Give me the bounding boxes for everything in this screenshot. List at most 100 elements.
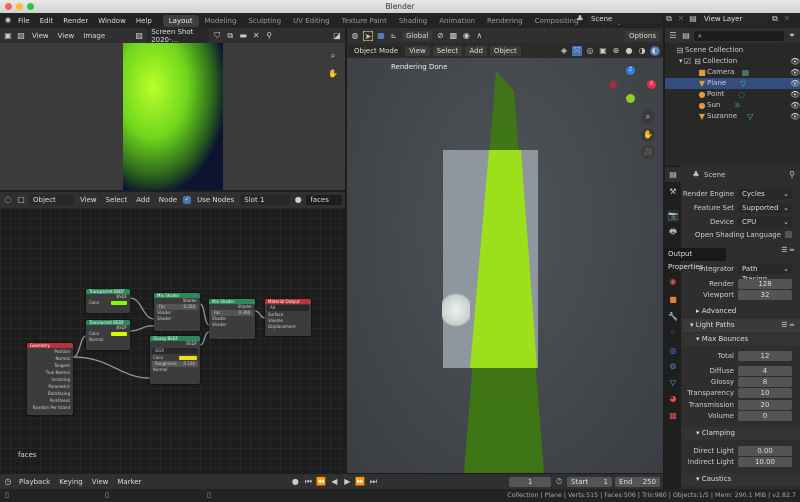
menu-image[interactable]: Image [80,31,108,41]
physics-tab-icon[interactable]: ◎ [667,345,679,357]
object-mode-dropdown[interactable]: Object Mode [350,45,403,56]
tab-animation[interactable]: Animation [433,15,481,27]
close-window-button[interactable] [5,3,12,10]
editor-type-icon[interactable]: ▣ [3,31,13,41]
node-translucent-bsdf[interactable]: Translucent BSDF BSDF Color Normal [86,320,130,350]
selection-mode-icons[interactable]: ▦ [376,31,386,41]
glossy-bounces-field[interactable]: 8 [738,376,792,387]
filter-icon[interactable]: ⏷ [787,31,797,41]
diffuse-bounces-field[interactable]: 4 [738,365,792,376]
tab-shading[interactable]: Shading [393,15,433,27]
open-image-icon[interactable]: ▬ [238,31,248,41]
shader-type-dropdown[interactable]: Object [29,195,74,205]
view-layer-icon[interactable]: ▤ [688,14,698,24]
outliner-item-point[interactable]: ● Point ◌ 👁 [665,89,800,100]
display-channels-icon[interactable]: ◪ [332,31,342,41]
pin-icon[interactable]: ⚲ [264,31,274,41]
unlink-image-icon[interactable]: ✕ [251,31,261,41]
osl-checkbox[interactable] [785,231,792,238]
particles-tab-icon[interactable]: ⁘ [667,327,679,339]
feature-set-dropdown[interactable]: Supported ⌄ [738,202,792,213]
menu-playback[interactable]: Playback [16,477,53,487]
solid-shading-icon[interactable]: ● [624,46,634,56]
overlays-icon[interactable]: ◎ [585,46,595,56]
node-glossy-bsdf[interactable]: Glossy BSDF BSDF GGX Color Roughness 0.10… [150,336,200,384]
zoom-icon[interactable]: ⌕ [326,49,340,63]
slot-dropdown[interactable]: Slot 1 [240,195,291,205]
play-icon[interactable]: ▶ [342,477,352,487]
end-frame-field[interactable]: End 250 [615,476,660,487]
new-scene-icon[interactable]: ⧉ [664,14,674,24]
menu-add[interactable]: Add [133,195,153,205]
tab-texture-paint[interactable]: Texture Paint [336,15,393,27]
material-tab-icon[interactable]: ◕ [667,393,679,405]
new-view-layer-icon[interactable]: ⧉ [770,14,780,24]
outliner-search-input[interactable]: ⌕ [694,30,784,41]
tab-layout[interactable]: Layout [162,14,199,27]
record-icon[interactable]: ● [290,477,300,487]
tool-tab-icon[interactable]: ⚒ [667,186,679,198]
clamping-subpanel[interactable]: ▾ Clamping [682,427,800,440]
scene-field[interactable]: Scene [587,14,662,24]
menu-node[interactable]: Node [156,195,180,205]
output-tab-icon[interactable]: 🖶 [667,226,679,238]
xray-icon[interactable]: ▣ [598,46,608,56]
axis-z-icon[interactable]: Z [626,66,635,75]
snap-icon[interactable]: ⊘ [435,31,445,41]
device-dropdown[interactable]: CPU ⌄ [738,216,792,227]
eye-icon[interactable]: 👁 [790,112,800,122]
menu-marker[interactable]: Marker [114,477,144,487]
pin-icon[interactable]: ⚲ [787,170,797,180]
fake-user-icon[interactable]: ⛉ [212,31,222,41]
axis-x-icon[interactable]: X [647,80,656,89]
delete-scene-icon[interactable]: ✕ [676,14,686,24]
start-frame-field[interactable]: Start 1 [567,476,613,487]
data-tab-icon[interactable]: ▽ [667,377,679,389]
tab-rendering[interactable]: Rendering [481,15,529,27]
tab-sculpting[interactable]: Sculpting [242,15,287,27]
outliner-item-plane[interactable]: ▼ Plane ▽ 👁 [665,78,800,89]
volume-bounces-field[interactable]: 0 [738,410,792,421]
object-tab-icon[interactable]: ■ [667,294,679,306]
pan-hand-icon[interactable]: ✋ [641,128,655,142]
material-shading-icon[interactable]: ◑ [637,46,647,56]
transmission-bounces-field[interactable]: 20 [738,399,792,410]
use-nodes-checkbox[interactable]: ✓ [183,196,192,204]
target-dropdown[interactable]: All [270,305,275,311]
menu-view[interactable]: View [55,31,78,41]
color-swatch[interactable] [179,356,197,360]
advanced-subpanel[interactable]: ▸ Advanced [682,305,800,318]
checkbox-icon[interactable]: ☑ [683,57,693,67]
color-swatch[interactable] [111,301,127,305]
menu-view[interactable]: View [77,195,100,205]
zoom-icon[interactable]: ⌕ [641,110,655,124]
eye-icon[interactable]: 👁 [790,90,800,100]
node-transparent-bsdf[interactable]: Transparent BSDF BSDF Color [86,289,130,313]
image-browse-icon[interactable]: ▨ [134,31,144,41]
node-geometry[interactable]: Geometry Position Normal Tangent True No… [27,343,73,415]
eye-icon[interactable]: 👁 [790,79,800,89]
tab-uv-editing[interactable]: UV Editing [287,15,336,27]
render-tab-icon[interactable]: 📷 [667,210,679,222]
menu-file[interactable]: File [13,17,35,25]
viewport-3d[interactable]: Rendering Done ⬚ ⊙ ✥ ↻ ◳ ▣ ✎ 📐 Z X Y ⌕ ✋… [347,58,721,473]
outliner-type-icon[interactable]: ☰ [668,31,678,41]
node-material-output[interactable]: Material Output All Surface Volume Displ… [265,299,311,336]
integrator-dropdown[interactable]: Path Tracing⌄ [738,263,792,283]
tab-modeling[interactable]: Modeling [199,15,243,27]
menu-keying[interactable]: Keying [56,477,86,487]
viewport-samples-field[interactable]: 32 [738,289,792,300]
image-name-field[interactable]: Screen Shot 2020-... [147,26,210,45]
total-bounces-field[interactable]: 12 [738,350,792,361]
texture-tab-icon[interactable]: ▩ [667,410,679,422]
view-mode-dropdown[interactable]: View [29,31,52,41]
render-engine-dropdown[interactable]: Cycles ⌄ [738,188,792,199]
constraints-tab-icon[interactable]: ⚙ [667,361,679,373]
display-mode-icon[interactable]: ▤ [681,31,691,41]
menu-view[interactable]: View [89,477,112,487]
menu-edit[interactable]: Edit [35,17,59,25]
camera-view-icon[interactable]: 🎥 [641,145,655,159]
list-icon[interactable]: ☰ ═ [781,319,794,332]
image-mode-icon[interactable]: ▧ [16,31,26,41]
options-dropdown[interactable]: Options [624,30,660,41]
